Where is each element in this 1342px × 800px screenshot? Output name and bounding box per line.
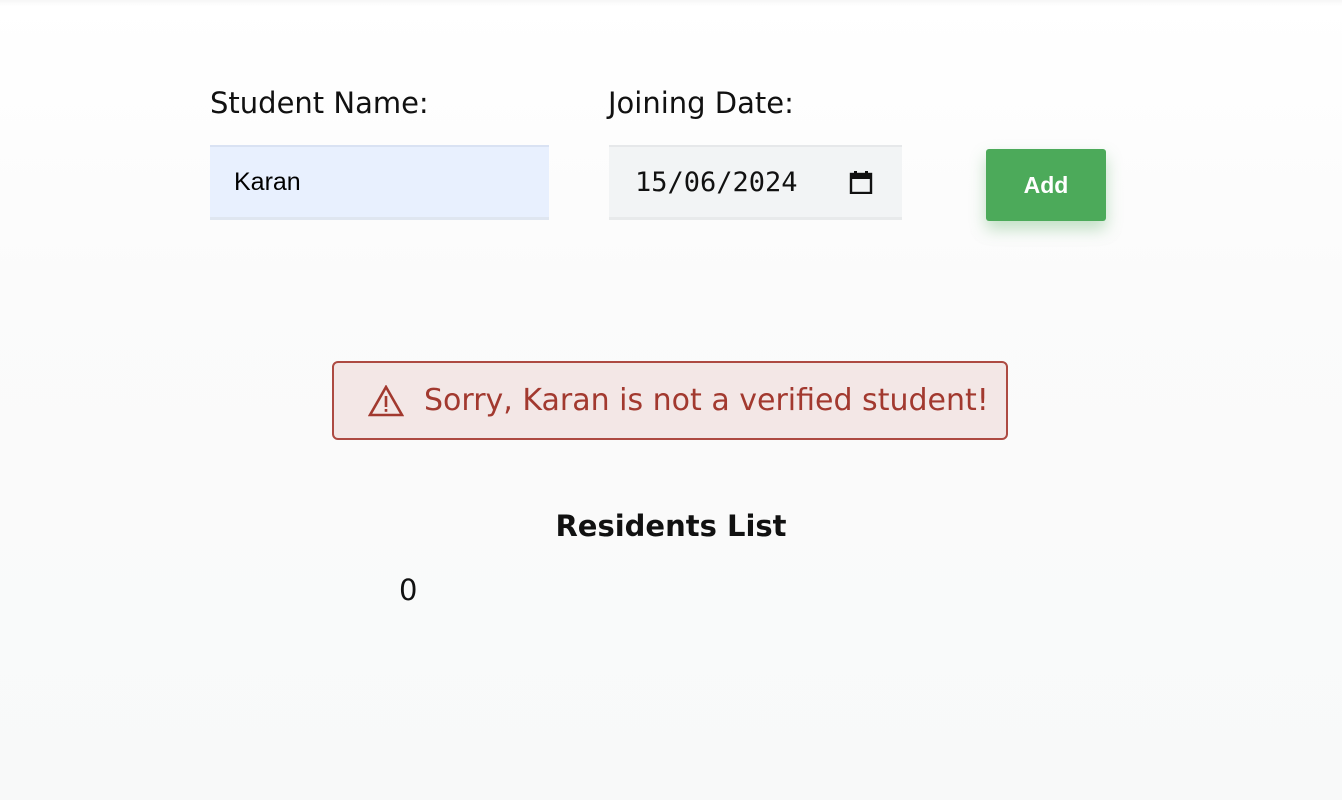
residents-list-title: Residents List bbox=[555, 509, 787, 543]
student-name-value: Karan bbox=[234, 167, 301, 196]
joining-date-value: 15/06/2024 bbox=[635, 166, 798, 198]
calendar-icon[interactable] bbox=[849, 170, 873, 194]
student-name-label: Student Name: bbox=[210, 86, 429, 120]
joining-date-input[interactable]: 15/06/2024 bbox=[609, 145, 902, 220]
residents-count: 0 bbox=[399, 573, 418, 607]
alert-message: Sorry, Karan is not a verified student! bbox=[424, 383, 989, 418]
top-edge-shadow bbox=[0, 0, 1342, 6]
joining-date-label: Joining Date: bbox=[608, 86, 794, 120]
warning-icon bbox=[368, 384, 404, 416]
student-name-input[interactable]: Karan bbox=[210, 145, 549, 220]
verification-error-alert: Sorry, Karan is not a verified student! bbox=[332, 361, 1008, 440]
add-button[interactable]: Add bbox=[986, 149, 1106, 221]
